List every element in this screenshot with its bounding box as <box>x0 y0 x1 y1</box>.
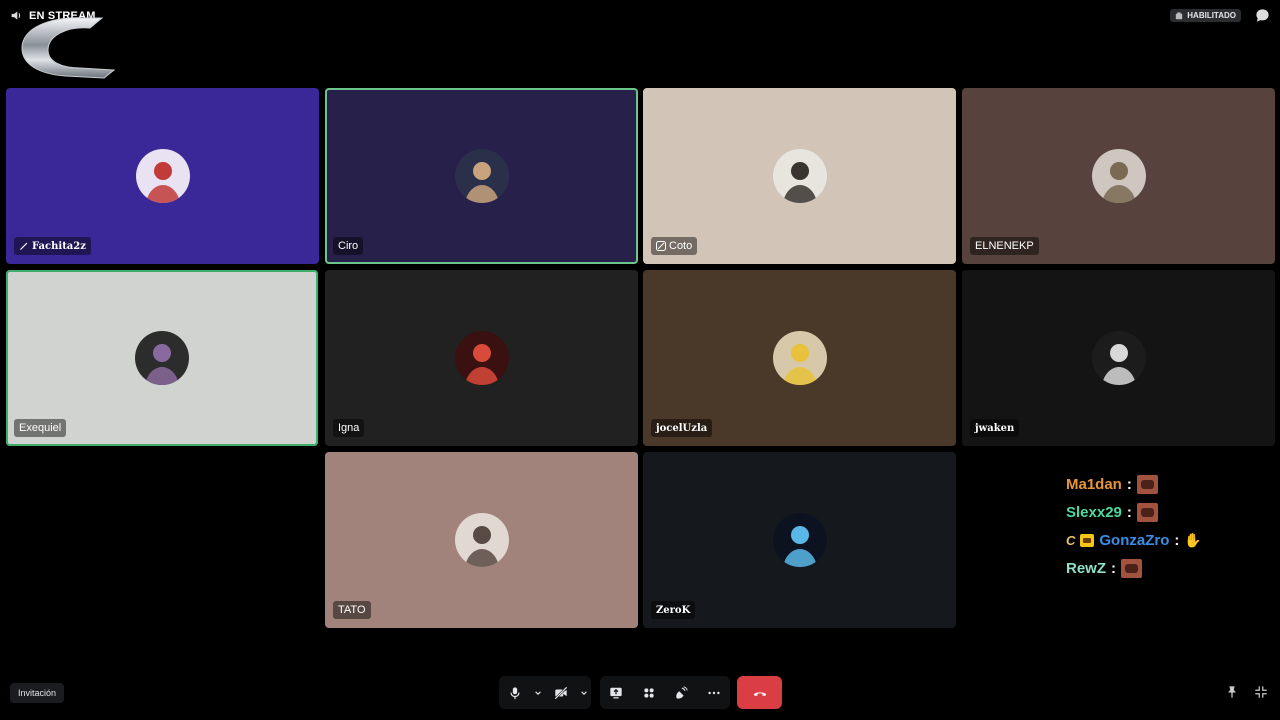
camera-off-icon <box>554 686 568 699</box>
emote-icon <box>1136 502 1158 522</box>
chat-separator: : <box>1126 475 1132 493</box>
participant-name-tag: ELNENEKP <box>970 237 1039 255</box>
chevron-down-icon <box>535 690 541 695</box>
soundboard-button[interactable] <box>665 676 698 709</box>
invite-button[interactable]: Invitación <box>10 683 65 703</box>
participant-name: ZeroK <box>656 604 691 616</box>
badge-icon <box>1176 11 1183 19</box>
chat-separator: : <box>1111 559 1117 577</box>
emote-icon <box>1121 558 1143 578</box>
participant-name-tag: Igna <box>333 419 365 437</box>
activities-icon <box>644 687 654 698</box>
chat-username: GonzaZro <box>1099 531 1170 549</box>
activities-button[interactable] <box>633 676 666 709</box>
avatar <box>454 331 509 385</box>
avatar <box>772 331 827 385</box>
muted-mic-icon <box>656 241 666 251</box>
chat-username: RewZ <box>1066 559 1107 577</box>
participant-name: ELNENEKP <box>975 240 1034 252</box>
participant-name: Ciro <box>338 240 359 252</box>
camera-button[interactable] <box>545 676 577 709</box>
avatar <box>454 513 509 567</box>
pencil-icon <box>20 242 28 250</box>
chevron-down-icon <box>581 690 587 695</box>
chat-user-prefix: C <box>1066 532 1076 548</box>
participant-tile[interactable]: jocelUzla <box>643 270 956 446</box>
participant-tile[interactable]: Coto <box>643 88 956 264</box>
more-icon <box>708 691 720 694</box>
badge-label: HABILITADO <box>1187 11 1236 20</box>
microphone-options[interactable] <box>531 676 545 709</box>
stream-chat: Ma1dan : Slexx29 : C GonzaZro : ✋ RewZ : <box>1066 470 1202 582</box>
participant-tile[interactable]: ELNENEKP <box>962 88 1275 264</box>
participant-tile[interactable]: Ciro <box>325 88 638 264</box>
avatar <box>772 513 827 567</box>
activity-controls <box>600 676 730 709</box>
participant-name: Exequiel <box>19 422 62 434</box>
chat-username: Slexx29 <box>1066 503 1122 521</box>
participant-name: Coto <box>669 240 693 252</box>
participant-name: TATO <box>338 604 366 616</box>
avatar <box>1091 331 1146 385</box>
participant-name-tag: jwaken <box>970 419 1020 437</box>
microphone-button[interactable] <box>499 676 531 709</box>
hand-emote-icon: ✋ <box>1184 531 1202 548</box>
participant-tile[interactable]: jwaken <box>962 270 1275 446</box>
chat-icon[interactable] <box>1255 8 1270 23</box>
avatar <box>135 149 190 203</box>
chat-message: Ma1dan : <box>1066 470 1202 498</box>
soundboard-icon <box>676 685 688 699</box>
enabled-badge[interactable]: HABILITADO <box>1170 9 1241 22</box>
crown-badge-icon <box>1080 533 1095 547</box>
participant-name-tag: ZeroK <box>651 601 696 619</box>
participant-tile[interactable]: Exequiel <box>6 270 318 446</box>
participant-name: jocelUzla <box>656 422 708 434</box>
participant-name-tag: Fachita2z <box>14 237 91 255</box>
microphone-icon <box>510 686 520 699</box>
avatar <box>772 149 827 203</box>
chat-separator: : <box>1174 531 1180 549</box>
participant-name: Igna <box>338 422 360 434</box>
participant-tile[interactable]: ZeroK <box>643 452 956 628</box>
participant-name-tag: Ciro <box>333 237 364 255</box>
participant-name-tag: Coto <box>651 237 698 255</box>
chat-separator: : <box>1126 503 1132 521</box>
av-controls <box>499 676 591 709</box>
stream-logo <box>21 17 116 79</box>
avatar <box>454 149 509 203</box>
participant-tile[interactable]: Fachita2z <box>6 88 319 264</box>
screen-share-icon <box>610 687 622 698</box>
minimize-icon[interactable] <box>1254 685 1268 699</box>
participant-name-tag: Exequiel <box>14 419 67 437</box>
participant-tile[interactable]: Igna <box>325 270 638 446</box>
disconnect-button[interactable] <box>737 676 782 709</box>
participant-name-tag: TATO <box>333 601 371 619</box>
chat-message: RewZ : <box>1066 554 1202 582</box>
more-button[interactable] <box>698 676 731 709</box>
avatar <box>1091 149 1146 203</box>
chat-message: C GonzaZro : ✋ <box>1066 526 1202 554</box>
emote-icon <box>1136 474 1158 494</box>
camera-options[interactable] <box>577 676 591 709</box>
chat-username: Ma1dan <box>1066 475 1122 493</box>
participant-name: Fachita2z <box>32 240 86 252</box>
avatar <box>135 331 189 385</box>
screen-share-button[interactable] <box>600 676 633 709</box>
chat-message: Slexx29 : <box>1066 498 1202 526</box>
pin-icon[interactable] <box>1225 685 1239 699</box>
participant-name: jwaken <box>975 422 1015 434</box>
participant-tile[interactable]: TATO <box>325 452 638 628</box>
participant-name-tag: jocelUzla <box>651 419 713 437</box>
hangup-icon <box>753 691 766 696</box>
